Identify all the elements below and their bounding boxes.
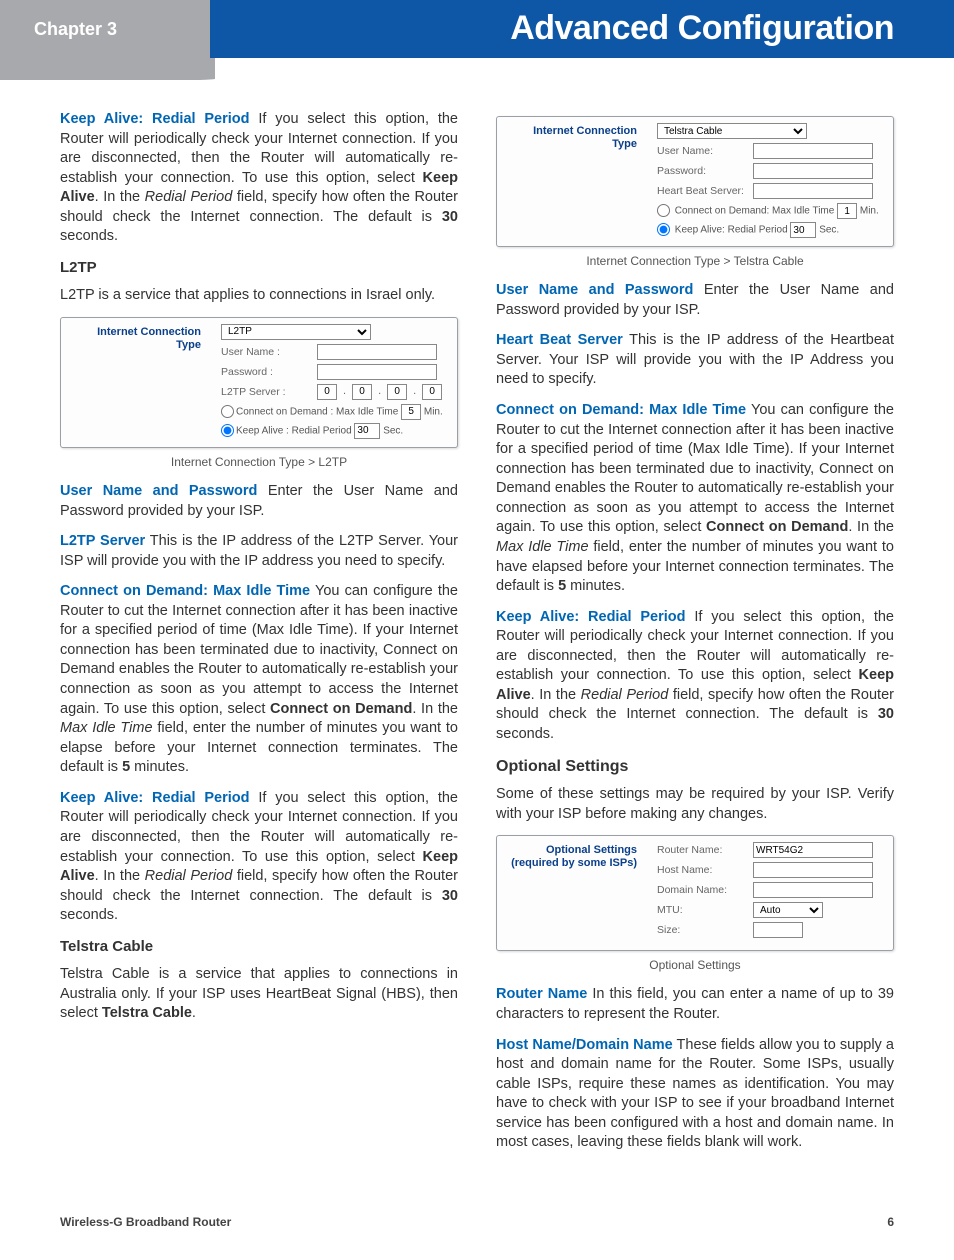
para-userpass-2: User Name and Password Enter the User Na… [496,281,894,320]
para-l2tp-intro: L2TP is a service that applies to connec… [60,286,458,306]
footer-page: 6 [887,1214,894,1230]
left-column: Keep Alive: Redial Period If you select … [60,110,458,1164]
cod-input[interactable] [401,404,421,420]
page-title: Advanced Configuration [510,6,894,52]
size-input[interactable] [753,922,803,938]
screenshot-l2tp: Internet Connection Type L2TP User Name … [60,317,458,448]
screenshot-optional: Optional Settings (required by some ISPs… [496,835,894,951]
para-optional-intro: Some of these settings may be required b… [496,785,894,824]
para-host-domain: Host Name/Domain Name These fields allow… [496,1036,894,1153]
ip-octet-2[interactable] [352,384,372,400]
footer-product: Wireless-G Broadband Router [60,1214,231,1230]
para-hbs: Heart Beat Server This is the IP address… [496,331,894,390]
para-cod-1: Connect on Demand: Max Idle Time You can… [60,582,458,778]
page-footer: Wireless-G Broadband Router 6 [0,1194,954,1260]
lead: Keep Alive: Redial Period [60,111,250,127]
cod-radio[interactable] [657,204,670,217]
password-input[interactable] [317,364,437,380]
hbs-input[interactable] [753,183,873,199]
shot-left-label: Optional Settings (required by some ISPs… [497,836,647,950]
heading-optional: Optional Settings [496,756,894,778]
caption-optional: Optional Settings [496,957,894,973]
conn-type-select[interactable]: L2TP [221,324,371,340]
para-keep-alive-1: Keep Alive: Redial Period If you select … [60,110,458,247]
conn-type-select[interactable]: Telstra Cable [657,123,807,139]
ip-octet-1[interactable] [317,384,337,400]
cod-input[interactable] [837,203,857,219]
ka-input[interactable] [354,423,380,439]
domain-name-input[interactable] [753,882,873,898]
header-curve [0,58,215,88]
shot-left-label: Internet Connection Type [61,318,211,447]
host-name-input[interactable] [753,862,873,878]
ip-octet-3[interactable] [387,384,407,400]
caption-telstra: Internet Connection Type > Telstra Cable [496,253,894,269]
content-area: Keep Alive: Redial Period If you select … [0,58,954,1194]
user-name-input[interactable] [317,344,437,360]
para-router-name: Router Name In this field, you can enter… [496,985,894,1024]
ka-radio[interactable] [657,223,670,236]
ka-input[interactable] [790,222,816,238]
cod-radio[interactable] [221,405,234,418]
right-column: Internet Connection Type Telstra Cable U… [496,110,894,1164]
para-keep-alive-2: Keep Alive: Redial Period If you select … [60,789,458,926]
page-header: Chapter 3 Advanced Configuration [0,0,954,58]
ka-radio[interactable] [221,424,234,437]
mtu-select[interactable]: Auto [753,902,823,918]
para-l2tp-server: L2TP Server This is the IP address of th… [60,532,458,571]
caption-l2tp: Internet Connection Type > L2TP [60,454,458,470]
screenshot-telstra: Internet Connection Type Telstra Cable U… [496,116,894,247]
heading-l2tp: L2TP [60,258,458,278]
router-name-input[interactable] [753,842,873,858]
heading-telstra: Telstra Cable [60,937,458,957]
password-input[interactable] [753,163,873,179]
para-cod-2: Connect on Demand: Max Idle Time You can… [496,401,894,597]
chapter-label: Chapter 3 [34,17,117,41]
ip-octet-4[interactable] [422,384,442,400]
para-userpass-1: User Name and Password Enter the User Na… [60,482,458,521]
shot-left-label: Internet Connection Type [497,117,647,246]
para-telstra-intro: Telstra Cable is a service that applies … [60,965,458,1024]
user-name-input[interactable] [753,143,873,159]
para-keep-alive-3: Keep Alive: Redial Period If you select … [496,608,894,745]
